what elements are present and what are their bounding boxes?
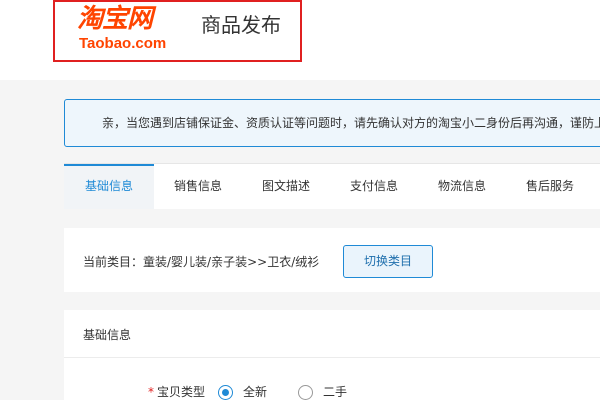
page-title: 商品发布 <box>201 13 281 37</box>
logo-english-text: Taobao.com <box>79 35 167 52</box>
logo-chinese-text: 淘宝网 <box>77 4 153 34</box>
radio-checked-icon[interactable] <box>218 384 233 400</box>
tab-sales-info[interactable]: 销售信息 <box>154 164 242 209</box>
category-panel: 当前类目：童装/婴儿装/亲子装>>卫衣/绒衫 切换类目 <box>64 228 600 292</box>
tab-after-sales[interactable]: 售后服务 <box>506 164 594 209</box>
tab-basic-info[interactable]: 基础信息 <box>64 164 154 209</box>
tab-description[interactable]: 图文描述 <box>242 164 330 209</box>
required-mark: * <box>148 385 154 399</box>
basic-info-panel: 基础信息 * 宝贝类型 全新 二手 <box>64 310 600 400</box>
radio-used[interactable]: 二手 <box>298 382 347 400</box>
tab-bar: 基础信息 销售信息 图文描述 支付信息 物流信息 售后服务 <box>64 163 600 209</box>
notice-text: 亲，当您遇到店铺保证金、资质认证等问题时，请先确认对方的淘宝小二身份后再沟通，谨… <box>102 116 600 130</box>
item-type-label: * 宝贝类型 <box>148 384 205 400</box>
radio-unchecked-icon[interactable] <box>298 384 313 400</box>
current-category: 当前类目：童装/婴儿装/亲子装>>卫衣/绒衫 <box>83 255 320 269</box>
tab-logistics-info[interactable]: 物流信息 <box>418 164 506 209</box>
radio-new[interactable]: 全新 <box>218 382 267 400</box>
item-type-label-text: 宝贝类型 <box>157 385 206 399</box>
radio-new-label: 全新 <box>243 385 268 399</box>
notice-banner: 亲，当您遇到店铺保证金、资质认证等问题时，请先确认对方的淘宝小二身份后再沟通，谨… <box>64 99 600 147</box>
radio-used-label: 二手 <box>323 385 348 399</box>
tab-payment-info[interactable]: 支付信息 <box>330 164 418 209</box>
section-title: 基础信息 <box>83 328 132 342</box>
switch-category-button[interactable]: 切换类目 <box>343 245 433 278</box>
header: 淘宝网 Taobao.com 商品发布 <box>0 0 600 80</box>
divider <box>64 357 600 358</box>
taobao-logo[interactable]: 淘宝网 Taobao.com 商品发布 <box>53 0 302 62</box>
